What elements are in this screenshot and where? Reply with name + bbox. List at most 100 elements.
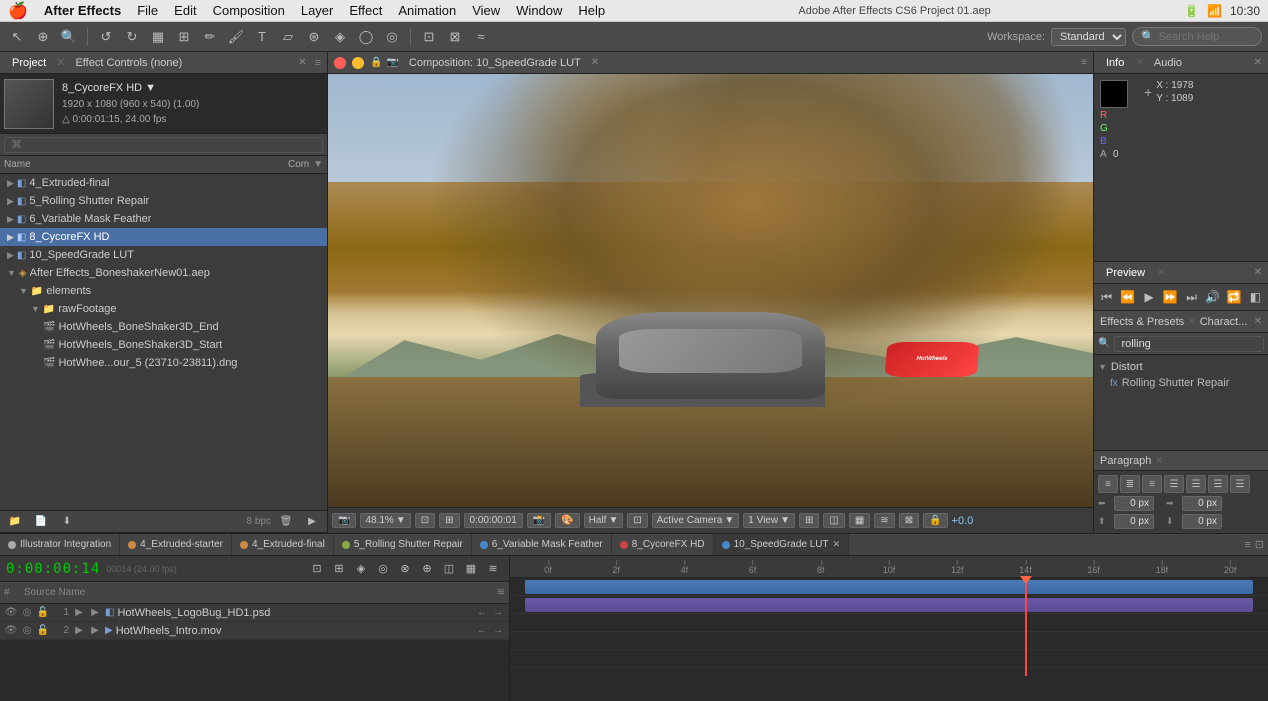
tl-tool-1[interactable]: ⊡ [307, 559, 327, 579]
layer-in-btn[interactable]: ← [475, 606, 489, 620]
project-search-input[interactable] [4, 137, 323, 153]
col-expand-btn[interactable]: ▼ [313, 159, 323, 170]
clone-tool[interactable]: ⊛ [303, 26, 325, 48]
play-btn[interactable]: ▶ [1141, 288, 1158, 306]
close-btn[interactable] [334, 57, 346, 69]
menu-animation[interactable]: Animation [398, 3, 456, 18]
tl-tool-6[interactable]: ⊕ [417, 559, 437, 579]
menu-composition[interactable]: Composition [213, 3, 285, 18]
selection-tool[interactable]: ↖ [6, 26, 28, 48]
align-right-btn[interactable]: ≡ [1142, 475, 1162, 493]
playhead[interactable] [1025, 578, 1027, 676]
zoom-tool[interactable]: 🔍 [58, 26, 80, 48]
audio-tab[interactable]: Audio [1148, 55, 1188, 71]
indent-left-input[interactable] [1114, 496, 1154, 511]
next-frame-btn[interactable]: ⏩ [1162, 288, 1179, 306]
layer-lock-btn[interactable]: 🔓 [36, 624, 50, 638]
tl-solo-btn[interactable]: ≡ [1244, 539, 1250, 551]
snap-tool[interactable]: ⊠ [444, 26, 466, 48]
first-frame-btn[interactable]: ⏮ [1098, 288, 1115, 306]
project-item[interactable]: ▼ 📁 rawFootage [0, 300, 327, 318]
lock-view-btn[interactable]: 🔒 [923, 513, 947, 528]
zoom-dropdown[interactable]: 48.1% ▼ [360, 513, 410, 528]
trash-btn[interactable]: 🗑 [275, 511, 297, 533]
expand-btn-2[interactable]: ▶ [88, 624, 102, 638]
effects-presets-close[interactable]: ✕ [1254, 316, 1262, 327]
fit-btn[interactable]: ⊡ [415, 513, 435, 528]
project-item[interactable]: ▶ ◧ 4_Extruded-final [0, 174, 327, 192]
layer-eye-btn[interactable]: 👁 [4, 624, 18, 638]
expand-btn-2[interactable]: ▶ [88, 606, 102, 620]
roto-tool[interactable]: ◎ [381, 26, 403, 48]
pen-tool[interactable]: ✏ [199, 26, 221, 48]
project-item[interactable]: ▼ 📁 elements [0, 282, 327, 300]
import-btn[interactable]: ⬇ [56, 511, 78, 533]
eraser-tool[interactable]: ◯ [355, 26, 377, 48]
tl-tool-8[interactable]: ▦ [461, 559, 481, 579]
color-btn[interactable]: 🎨 [555, 513, 579, 528]
timeline-tracks[interactable]: 0f 2f 4f 6f 8f 10f 12f 14f 16f 18f 20f [510, 556, 1268, 701]
layer-out-btn[interactable]: → [491, 624, 505, 638]
project-item[interactable]: ▼ ◈ After Effects_BoneshakerNew01.aep [0, 264, 327, 282]
comp-viewport[interactable]: HotWheels [328, 74, 1093, 507]
layer-row-1[interactable]: 👁 ◎ 🔓 1 ▶ ▶ ◧ HotWheels_LogoBug_HD1.psd … [0, 604, 509, 622]
minimize-btn[interactable] [352, 57, 364, 69]
prev-frame-btn[interactable]: ⏪ [1119, 288, 1136, 306]
ep-rolling-shutter-item[interactable]: fx Rolling Shutter Repair [1098, 375, 1264, 391]
project-tab[interactable]: Project [6, 55, 52, 71]
project-item[interactable]: ▶ ◧ 6_Variable Mask Feather [0, 210, 327, 228]
tl-tab-extruded-starter[interactable]: 4_Extruded-starter [120, 534, 232, 555]
layer-lock-btn[interactable]: 🔓 [36, 606, 50, 620]
snapshot-btn[interactable]: 📷 [332, 513, 356, 528]
flow-btn[interactable]: ≋ [874, 513, 894, 528]
align-center-btn[interactable]: ≣ [1120, 475, 1140, 493]
view-dropdown[interactable]: 1 View ▼ [743, 513, 795, 528]
tl-tool-5[interactable]: ⊗ [395, 559, 415, 579]
last-frame-btn[interactable]: ⏭ [1183, 288, 1200, 306]
snapshot2-btn[interactable]: 📸 [527, 513, 551, 528]
menu-help[interactable]: Help [578, 3, 605, 18]
menu-window[interactable]: Window [516, 3, 562, 18]
paragraph-tab[interactable]: Paragraph [1100, 455, 1151, 467]
tl-tab-extruded-final[interactable]: 4_Extruded-final [232, 534, 334, 555]
camera-dropdown[interactable]: Active Camera ▼ [652, 513, 739, 528]
tl-tab-speedgrade[interactable]: 10_SpeedGrade LUT ✕ [714, 534, 850, 555]
ep-search-input[interactable] [1114, 336, 1264, 352]
audio-btn[interactable]: 🔊 [1204, 288, 1221, 306]
tl-tool-2[interactable]: ⊞ [329, 559, 349, 579]
effect-controls-tab[interactable]: Effect Controls (none) [69, 55, 188, 71]
tl-tab-illustrator[interactable]: Illustrator Integration [0, 534, 120, 555]
info-panel-close[interactable]: ✕ [1254, 57, 1262, 68]
comp-tab[interactable]: Composition: 10_SpeedGrade LUT [403, 55, 587, 71]
right-arrow-btn[interactable]: ▶ [301, 511, 323, 533]
new-comp-btn[interactable]: 📄 [30, 511, 52, 533]
project-item-selected[interactable]: ▶ ◧ 8_CycoreFX HD [0, 228, 327, 246]
region-tool[interactable]: ⊞ [173, 26, 195, 48]
justify-all-btn[interactable]: ☰ [1230, 475, 1250, 493]
shape-tool[interactable]: ▱ [277, 26, 299, 48]
layer-solo-btn[interactable]: ◎ [20, 624, 34, 638]
project-item[interactable]: 🎬 HotWheels_BoneShaker3D_End [0, 318, 327, 336]
layer-row-2[interactable]: 👁 ◎ 🔓 2 ▶ ▶ ▶ HotWheels_Intro.mov ← → [0, 622, 509, 640]
character-tab[interactable]: Charact... [1200, 316, 1248, 328]
tl-tab-mask-feather[interactable]: 6_Variable Mask Feather [472, 534, 612, 555]
3d-btn[interactable]: ◫ [823, 513, 844, 528]
guide-btn[interactable]: ⊠ [899, 513, 919, 528]
tl-tab-cycoreFX[interactable]: 8_CycoreFX HD [612, 534, 714, 555]
ram-btn[interactable]: ◧ [1247, 288, 1264, 306]
tl-tool-4[interactable]: ◎ [373, 559, 393, 579]
timecode-display[interactable]: 0:00:00:01 [464, 513, 523, 528]
redo-tool[interactable]: ↻ [121, 26, 143, 48]
undo-tool[interactable]: ↺ [95, 26, 117, 48]
tl-tool-3[interactable]: ◈ [351, 559, 371, 579]
comp-menu-btn[interactable]: ≡ [1081, 57, 1087, 68]
layer-solo-btn[interactable]: ◎ [20, 606, 34, 620]
panel-close-btn[interactable]: ✕ [298, 57, 306, 68]
project-item[interactable]: ▶ ◧ 5_Rolling Shutter Repair [0, 192, 327, 210]
project-item[interactable]: 🎬 HotWheels_BoneShaker3D_Start [0, 336, 327, 354]
transparency-btn[interactable]: ⊡ [627, 513, 647, 528]
tl-tool-9[interactable]: ≋ [483, 559, 503, 579]
menu-effect[interactable]: Effect [349, 3, 382, 18]
menu-edit[interactable]: Edit [174, 3, 196, 18]
menu-view[interactable]: View [472, 3, 500, 18]
